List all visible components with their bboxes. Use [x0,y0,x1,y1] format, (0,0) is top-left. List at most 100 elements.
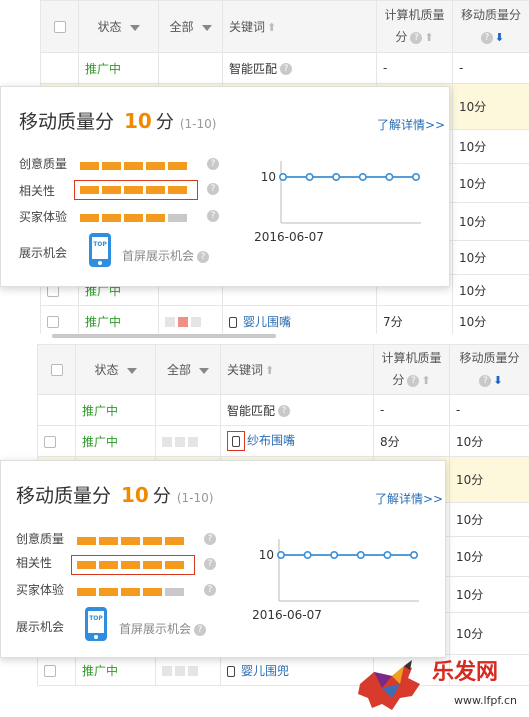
creative-quality-label: 创意质量 [19,157,68,171]
help-icon[interactable]: ? [207,158,219,170]
table-header-row: 状态 全部 关键词 ⬆ 计算机质量分? ⬆ 移动质量分? ⬇ [37,344,529,395]
help-icon[interactable]: ? [204,533,216,545]
row-checkbox[interactable] [47,315,59,328]
bull-logo-icon [358,660,420,710]
sort-up-icon[interactable]: ⬆ [265,364,274,377]
display-chance-label: 展示机会 [19,246,68,260]
mobile-score-cell: 10分 [452,129,529,164]
relevance-bar [77,561,184,569]
help-icon[interactable]: ? [407,374,420,387]
mobile-icon [229,316,237,328]
chart-point [278,172,287,181]
sort-up-icon[interactable]: ⬆ [421,374,430,387]
help-icon[interactable]: ? [204,558,216,570]
mobile-score-cell: 10分 [449,456,529,503]
status-header[interactable]: 状态 [75,344,156,395]
buyer-experience-label: 买家体验 [16,583,65,597]
chevron-down-icon[interactable] [201,24,212,31]
keyword-header[interactable]: 关键词 ⬆ [220,344,374,395]
creative-quality-bar [80,162,187,170]
creative-quality-bar [77,537,184,545]
pc-quality-header[interactable]: 计算机质量分? ⬆ [376,0,453,53]
mobile-score-cell: - [452,52,529,84]
help-icon[interactable]: ? [278,405,291,417]
keyword-header[interactable]: 关键词 ⬆ [222,0,377,53]
mobile-quality-popup: 移动质量分 10 分 (1-10) 了解详情>> 创意质量 ? 相关性 ? 买家体验 … [0,86,450,287]
table-row: 推广中 智能匹配? - - [37,394,529,426]
chart-x-tick-label: 2016-06-07 [254,230,324,244]
buyer-experience-bar [80,214,187,222]
status-cell: 推广中 [75,654,156,686]
chart-point [332,172,341,181]
status-cell: 推广中 [75,425,156,457]
first-screen-display: 首屏展示机会? [122,247,210,264]
help-icon[interactable]: ? [479,374,492,387]
sort-up-icon[interactable]: ⬆ [267,21,276,34]
status-cell: 推广中 [78,305,159,336]
learn-more-link[interactable]: 了解详情>> [375,490,443,507]
help-icon[interactable]: ? [197,250,210,263]
highlight-box [227,431,245,451]
row-checkbox[interactable] [44,435,56,448]
relevance-label: 相关性 [16,556,53,570]
chart-y-tick-label: 10 [259,548,274,562]
popup-title: 移动质量分 10 分 (1-10) [19,109,217,133]
help-icon[interactable]: ? [194,623,207,636]
help-icon[interactable]: ? [480,31,493,44]
chart-y-tick-label: 10 [261,170,276,184]
mobile-score-cell: - [449,394,529,426]
site-watermark: 乐发网 www.lfpf.cn [352,648,529,717]
sort-down-icon[interactable]: ⬇ [493,374,502,387]
pc-quality-header[interactable]: 计算机质量分? ⬆ [373,344,450,395]
mobile-score-cell: 10分 [449,576,529,613]
quality-trend-chart: 10 2016-06-07 [252,539,419,622]
chart-point [410,550,419,559]
select-all-cell[interactable] [37,344,76,395]
filter-all-header[interactable]: 全部 [155,344,221,395]
select-all-cell[interactable] [40,0,79,53]
table-row: 推广中 纱布围嘴 8分 10分 [37,425,529,457]
row-checkbox[interactable] [44,664,56,677]
chart-point [356,550,365,559]
select-all-checkbox[interactable] [50,364,63,376]
table-row: 推广中 智能匹配? - - [40,52,529,84]
chevron-down-icon[interactable] [129,24,140,31]
relevance-bar [80,186,187,194]
keyword-cell[interactable]: 婴儿围嘴 [222,305,377,336]
help-icon[interactable]: ? [410,31,423,44]
status-header[interactable]: 状态 [78,0,159,53]
sort-up-icon[interactable]: ⬆ [424,31,433,44]
help-icon[interactable]: ? [207,183,219,195]
pc-score-cell: - [376,52,453,84]
chart-point [276,550,285,559]
mobile-score-cell: 10分 [452,83,529,130]
select-all-checkbox[interactable] [53,21,66,33]
chevron-down-icon[interactable] [126,367,137,374]
horizontal-scrollbar[interactable] [52,334,276,338]
help-icon[interactable]: ? [280,63,293,75]
mobile-quality-header[interactable]: 移动质量分? ⬇ [449,344,529,395]
first-screen-display: 首屏展示机会? [119,620,207,637]
sort-down-icon[interactable]: ⬇ [495,31,504,44]
pc-score-cell: 7分 [376,305,453,336]
help-icon[interactable]: ? [207,210,219,222]
chevron-down-icon[interactable] [199,367,209,374]
pc-score-cell: - [373,394,450,426]
chart-point [303,550,312,559]
filter-all-header[interactable]: 全部 [158,0,223,53]
help-icon[interactable]: ? [204,584,216,596]
keyword-cell[interactable]: 纱布围嘴 [220,425,374,457]
keyword-cell[interactable]: 婴儿围兜 [220,654,374,686]
keyword-cell: 智能匹配? [220,394,374,426]
display-chance-label: 展示机会 [16,620,65,634]
status-cell: 推广中 [75,394,156,426]
table-row: 推广中 婴儿围嘴 7分 10分 [40,305,529,336]
mobile-score-cell: 10分 [452,305,529,336]
buyer-experience-label: 买家体验 [19,210,68,224]
learn-more-link[interactable]: 了解详情>> [377,116,445,133]
section-top: 状态 全部 关键词 ⬆ 计算机质量分? ⬆ 移动质量分? ⬇ 推广中 智能匹配? - … [0,0,529,336]
relevance-label: 相关性 [19,184,56,198]
mobile-icon [227,665,235,677]
mobile-quality-header[interactable]: 移动质量分? ⬇ [452,0,529,53]
mobile-quality-popup: 移动质量分 10 分 (1-10) 了解详情>> 创意质量 ? 相关性 ? 买家体验 … [0,460,446,658]
